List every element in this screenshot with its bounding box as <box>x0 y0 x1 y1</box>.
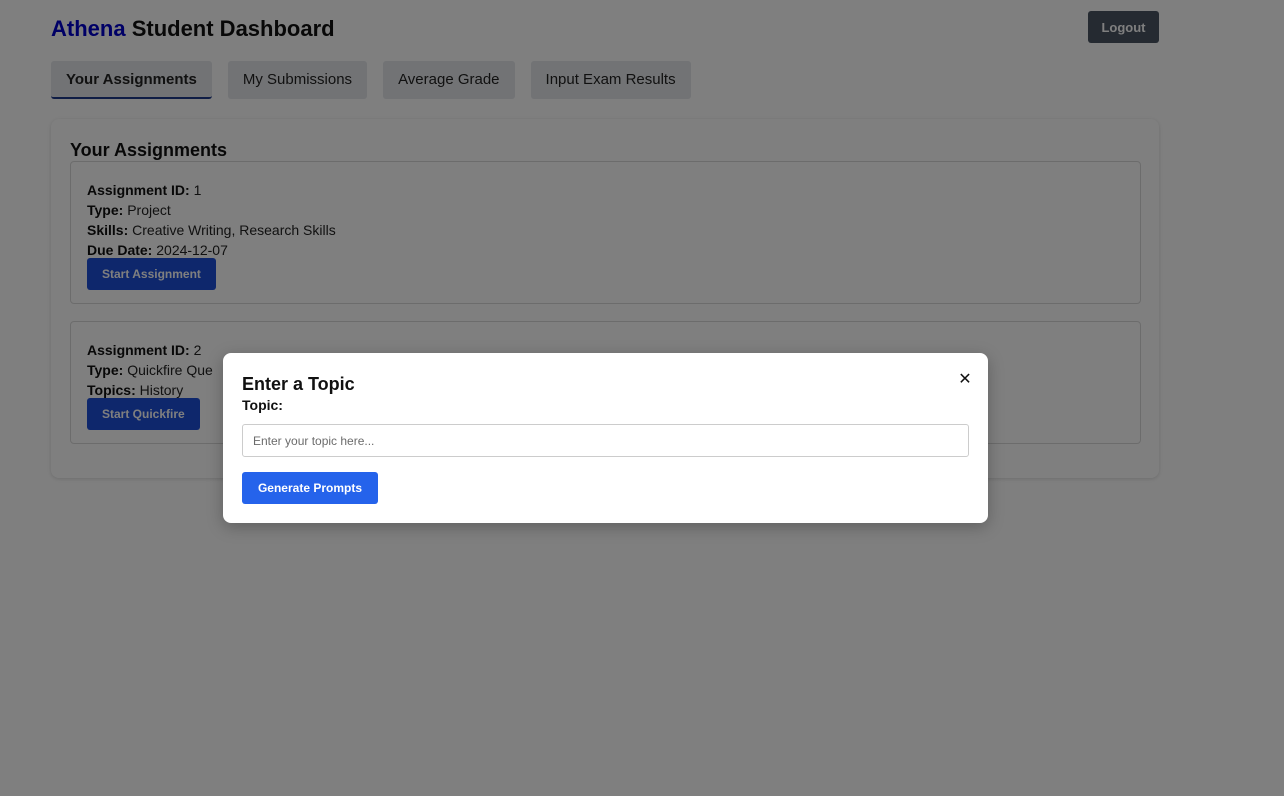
generate-prompts-button[interactable]: Generate Prompts <box>242 472 378 504</box>
topic-input[interactable] <box>242 424 969 457</box>
modal-title: Enter a Topic <box>242 374 355 394</box>
page: Athena Student Dashboard Logout Your Ass… <box>0 0 1284 796</box>
topic-modal: Enter a Topic ✕ Topic: Generate Prompts <box>223 353 988 523</box>
close-icon[interactable]: ✕ <box>956 371 974 389</box>
topic-label: Topic: <box>242 397 283 413</box>
